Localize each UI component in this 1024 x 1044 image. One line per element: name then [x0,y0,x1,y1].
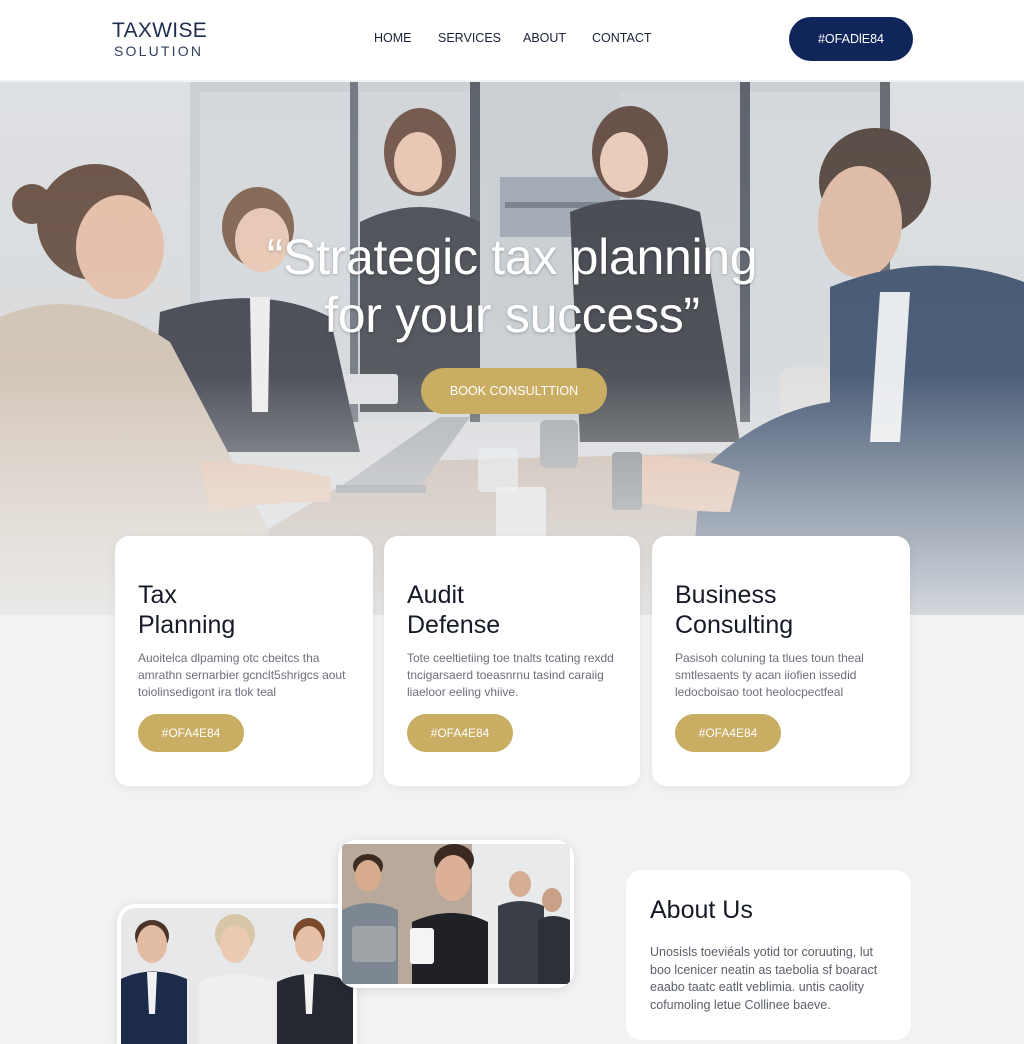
service-card-text: Pasisoh coluning ta tlues toun theal smt… [675,651,864,699]
team-photo-group [338,840,574,988]
logo-tagline: SOLUTION [114,43,204,59]
service-card-audit-defense: Audit Defense Tote ceeltietiing toe tnal… [384,536,640,786]
service-title-line1: Audit [407,581,464,609]
site-header: TAXWISE SOLUTION HOME SERVICES ABOUT CON… [0,0,1024,80]
service-card-button[interactable]: #OFA4E84 [675,714,781,752]
service-title-line2: Defense [407,611,501,639]
hero-title: “Strategic tax planning for your success… [0,228,1024,344]
team-group-image [342,844,570,984]
nav-services[interactable]: SERVICES [438,31,501,45]
service-card-title: Business Consulting [675,580,895,640]
service-card-button[interactable]: #OFA4E84 [138,714,244,752]
about-title: About Us [650,896,753,924]
service-title-line1: Business [675,581,777,609]
service-card-text: Auoitelca dlpaming otc cbeitcs tha amrat… [138,651,346,699]
service-card-button[interactable]: #OFA4E84 [407,714,513,752]
logo-wordmark: TAXWISE [112,19,208,42]
about-text: Unosisls toeviéals yotid tor coruuting, … [650,945,878,1012]
service-title-line2: Consulting [675,611,794,639]
service-card-title: Audit Defense [407,580,627,640]
service-card-business-consulting: Business Consulting Pasisoh coluning ta … [652,536,910,786]
hero-title-line2: for your success” [324,287,700,343]
service-card-title: Tax Planning [138,580,358,640]
team-photo-portraits [117,904,357,1044]
book-consultation-button[interactable]: BOOK CONSULTTION [421,368,607,414]
service-card-tax-planning: Tax Planning Auoitelca dlpaming otc cbei… [115,536,373,786]
service-card-text: Tote ceeltietiing toe tnalts tcating rex… [407,651,614,699]
hero-title-line1: “Strategic tax planning [266,229,758,285]
team-portraits-image [121,908,353,1044]
service-title-line1: Tax [138,581,177,609]
nav-home[interactable]: HOME [374,31,412,45]
about-card: About Us Unosisls toeviéals yotid tor co… [626,870,911,1040]
service-title-line2: Planning [138,611,236,639]
nav-about[interactable]: ABOUT [523,31,566,45]
header-cta-button[interactable]: #OFADlE84 [789,17,913,61]
logo[interactable]: TAXWISE SOLUTION [112,19,208,60]
nav-contact[interactable]: CONTACT [592,31,652,45]
